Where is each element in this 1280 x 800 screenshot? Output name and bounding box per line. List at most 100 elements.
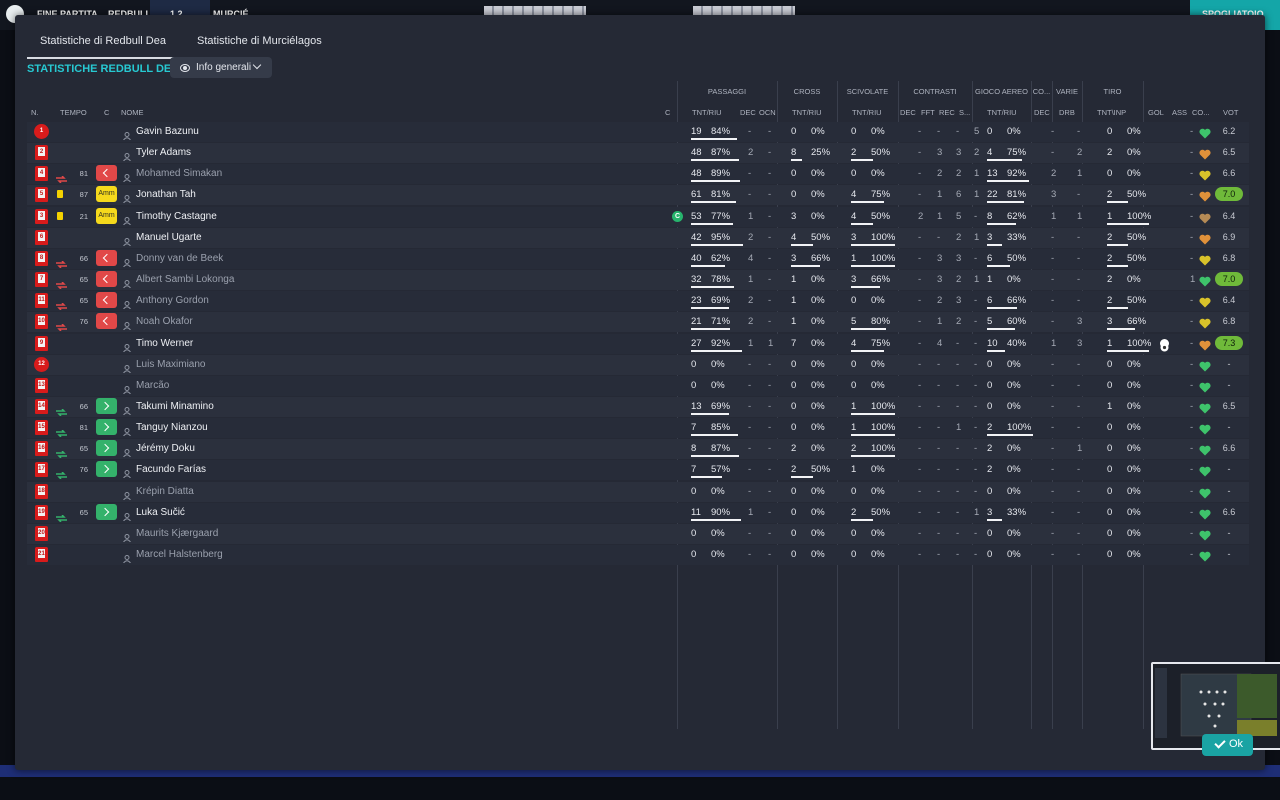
passes-pct: 0%	[711, 358, 725, 370]
col-con-fft[interactable]: FFT	[921, 108, 935, 117]
col-co-dec[interactable]: DEC	[1034, 108, 1050, 117]
player-name[interactable]: Noah Okafor	[136, 316, 193, 327]
player-name[interactable]: Krépin Diatta	[136, 486, 194, 497]
player-name[interactable]: Gavin Bazunu	[136, 126, 199, 137]
condition-heart-icon	[1199, 126, 1211, 139]
col-con-dec[interactable]: DEC	[900, 108, 916, 117]
col-condition[interactable]: CO...	[1192, 108, 1210, 117]
col-scivo-tnt[interactable]: TNT/RIU	[852, 108, 882, 117]
player-name[interactable]: Mohamed Simakan	[136, 168, 222, 179]
player-rating: 6.6	[1222, 443, 1236, 454]
tackles-pct: 0%	[871, 549, 885, 560]
shots-count: 3	[1107, 316, 1113, 328]
shots-bar	[1107, 222, 1149, 225]
col-pass-tnt[interactable]: TNT/RIU	[692, 108, 722, 117]
table-row[interactable]: 2 Tyler Adams 48 87% 2-8 25% 2 50% -3 3 2 4 75% -2 2 0%…	[27, 143, 1249, 164]
table-row[interactable]: 16 65 Jérémy Doku 8 87% - -2 0% 2 100% - - - -2 0% -1 0 0…	[27, 439, 1249, 460]
dribbles: 3	[1077, 337, 1083, 349]
player-name[interactable]: Facundo Farías	[136, 464, 206, 475]
person-icon	[123, 444, 131, 458]
person-icon	[123, 233, 131, 247]
assists: -	[1190, 464, 1194, 476]
passes-dec: -	[748, 189, 752, 201]
player-name[interactable]: Marcão	[136, 380, 169, 391]
col-con-rec[interactable]: REC	[939, 108, 955, 117]
table-row[interactable]: 15 81 Tanguy Nianzou 7 85% - -0 0% 1 100% - -1-2 100…	[27, 418, 1249, 439]
contrasti-fft: 2	[937, 295, 943, 307]
player-name[interactable]: Maurits Kjærgaard	[136, 528, 218, 539]
player-name[interactable]: Jérémy Doku	[136, 443, 195, 454]
tackles-pct: 50%	[871, 147, 891, 159]
person-icon	[123, 465, 131, 479]
table-row[interactable]: 14 66 Takumi Minamino 13 69% - -0 0% 1 100% - - - -0 0…	[27, 396, 1249, 417]
tackles-pct: 0%	[871, 168, 885, 180]
table-row[interactable]: 21 Marcel Halstenberg 0 0% - -0 0% 0 0% - - - -0 0% - -…	[27, 545, 1249, 565]
table-row[interactable]: 12 Luis Maximiano 0 0% - -0 0% 0 0% - - - -0 0% - -0 0% -…	[27, 354, 1249, 375]
table-row[interactable]: 18 Krépin Diatta 0 0% - -0 0% 0 0% - - - -0 0% - -0 0% - -	[27, 481, 1249, 502]
tab-away-stats[interactable]: Statistiche di Murciélagos	[197, 35, 322, 47]
shirt-number-icon: 3	[35, 208, 48, 224]
player-name[interactable]: Tyler Adams	[136, 147, 191, 158]
player-name[interactable]: Luis Maximiano	[136, 359, 205, 370]
aerial-count: 0	[987, 485, 993, 497]
shots-bar	[1107, 349, 1149, 352]
person-icon	[123, 402, 131, 416]
col-number[interactable]: N.	[31, 108, 39, 117]
table-row[interactable]: 7 65 Albert Sambi Lokonga 32 78% 1-1 0% 3 66% -3 2…	[27, 270, 1249, 291]
table-row[interactable]: 6 Manuel Ugarte 42 95% 2-4 50% 3 100% - -2 1 3 33% - -…	[27, 227, 1249, 248]
player-name[interactable]: Anthony Gordon	[136, 295, 209, 306]
table-row[interactable]: 5 87 Amm Jonathan Tah 61 81% - -0 0% 4 75% -1 6 1 22 81…	[27, 185, 1249, 206]
player-name[interactable]: Luka Sučić	[136, 507, 185, 518]
group-cross: CROSS	[793, 87, 821, 96]
table-row[interactable]: 4 81 Mohamed Simakan 48 89% - -0 0% 0 0% -2 2 1 13 92%…	[27, 164, 1249, 185]
player-name[interactable]: Jonathan Tah	[136, 189, 196, 200]
col-ass[interactable]: ASS	[1172, 108, 1187, 117]
col-pass-dec[interactable]: DEC	[740, 108, 756, 117]
table-row[interactable]: 11 65 Anthony Gordon 23 69% 2-1 0% 0 0% -2 3-6 66% -…	[27, 291, 1249, 312]
table-row[interactable]: 3 21 Amm Timothy Castagne C 53 77% 1-3 0% 4 50% 2 1 5…	[27, 206, 1249, 227]
player-name[interactable]: Tanguy Nianzou	[136, 422, 208, 433]
ok-button[interactable]: Ok	[1202, 734, 1253, 756]
table-row[interactable]: 9 Timo Werner 27 92% 1 1 7 0% 4 75% -4- -10 40% 1 3 1 10…	[27, 333, 1249, 354]
col-vot[interactable]: VOT	[1223, 108, 1238, 117]
player-name[interactable]: Timothy Castagne	[136, 211, 217, 222]
passes-pct: 87%	[711, 147, 731, 159]
col-gol[interactable]: GOL	[1148, 108, 1164, 117]
col-aereo-tnt[interactable]: TNT/RIU	[987, 108, 1017, 117]
player-name[interactable]: Marcel Halstenberg	[136, 549, 223, 560]
contrasti-dec: -	[918, 464, 922, 476]
col-tiro[interactable]: TNT\INP	[1097, 108, 1126, 117]
player-name[interactable]: Timo Werner	[136, 338, 193, 349]
col-drb[interactable]: DRB	[1059, 108, 1075, 117]
table-row[interactable]: 17 76 Facundo Farías 7 57% - -2 50% 1 0% - - - -2 0% - -…	[27, 460, 1249, 481]
table-row[interactable]: 13 Marcão 0 0% - -0 0% 0 0% - - - -0 0% - -0 0% - -	[27, 375, 1249, 396]
table-row[interactable]: 20 Maurits Kjærgaard 0 0% - -0 0% 0 0% - - - -0 0% - -0…	[27, 523, 1249, 544]
passes-pct: 0%	[711, 527, 725, 539]
player-name[interactable]: Albert Sambi Lokonga	[136, 274, 234, 285]
table-row[interactable]: 19 65 Luka Sučić 11 90% 1-0 0% 2 50% - - -1 3 33% - -0 0…	[27, 502, 1249, 523]
contrasti-dec: -	[918, 549, 922, 560]
passes-bar	[691, 518, 741, 521]
col-con-s[interactable]: S...	[959, 108, 970, 117]
dribbles: -	[1077, 189, 1081, 201]
player-name[interactable]: Donny van de Beek	[136, 253, 223, 264]
player-rating: 6.2	[1222, 126, 1236, 136]
table-row[interactable]: 1 Gavin Bazunu 19 84% - -0 0% 0 0% - - -5 0 0% - -0 0% -6…	[27, 122, 1249, 142]
player-name[interactable]: Takumi Minamino	[136, 401, 214, 412]
player-name[interactable]: Manuel Ugarte	[136, 232, 202, 243]
passes-count: 27	[691, 337, 702, 349]
col-c2[interactable]: C	[665, 108, 670, 117]
tab-home-stats[interactable]: Statistiche di Redbull Dea	[27, 35, 179, 59]
contrasti-rec: 2	[956, 231, 962, 243]
view-dropdown[interactable]: Info generali	[170, 57, 272, 78]
table-row[interactable]: 8 66 Donny van de Beek 40 62% 4-3 66% 1 100% -3 3-…	[27, 248, 1249, 269]
col-nome[interactable]: NOME	[121, 108, 144, 117]
shirt-number: 7	[39, 276, 44, 283]
dribbles: 2	[1077, 147, 1083, 159]
table-row[interactable]: 10 76 Noah Okafor 21 71% 2-1 0% 5 80% -1 2-5 60% -3 3…	[27, 312, 1249, 333]
contrasti-dec: -	[918, 443, 922, 455]
col-pass-ocn[interactable]: OCN	[759, 108, 776, 117]
col-c[interactable]: C	[104, 108, 109, 117]
col-cross-tnt[interactable]: TNT/RIU	[792, 108, 822, 117]
col-tempo[interactable]: TEMPO	[60, 108, 87, 117]
